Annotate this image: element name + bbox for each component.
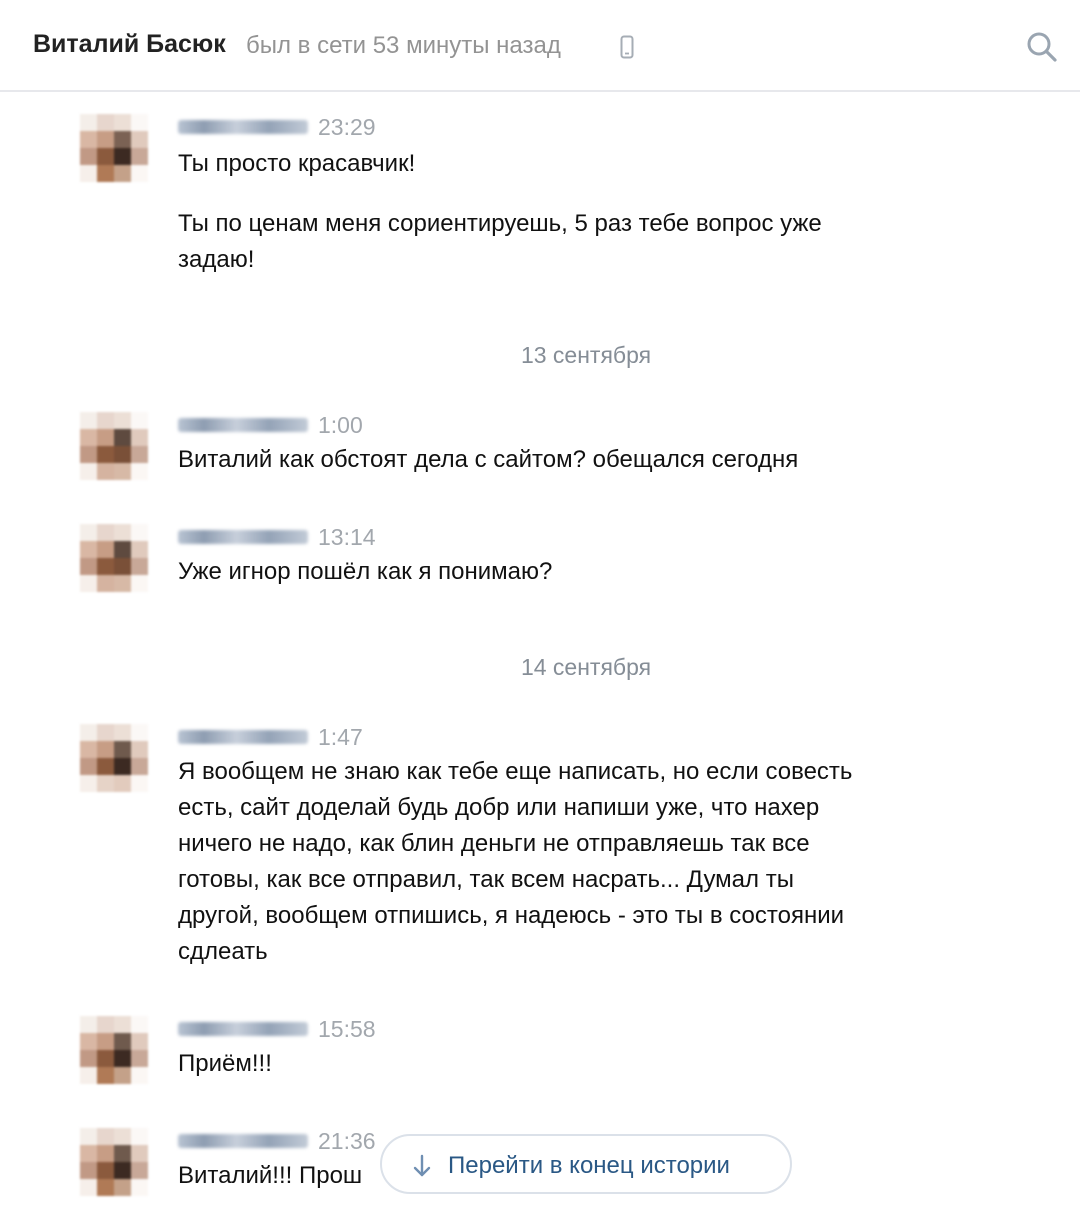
message-time: 23:29 [318,114,376,140]
message-time: 21:36 [318,1128,376,1154]
date-separator: 13 сентября [520,342,652,368]
message-text: Я вообщем не знаю как тебе еще написать,… [178,758,853,965]
message-text: Уже игнор пошёл как я понимаю? [178,558,553,585]
contact-name[interactable]: Виталий Басюк [33,30,226,59]
message-text: Виталий как обстоят дела с сайтом? обеща… [178,446,799,473]
date-separator: 14 сентября [520,654,652,680]
sender-avatar[interactable] [80,1128,148,1196]
sender-name-blurred[interactable] [178,120,308,134]
online-status: был в сети 53 минуты назад [246,32,561,59]
sender-name-blurred[interactable] [178,530,308,544]
sender-avatar[interactable] [80,524,148,592]
chat-header: Виталий Басюк был в сети 53 минуты назад [0,0,1080,92]
sender-avatar[interactable] [80,1016,148,1084]
sender-avatar[interactable] [80,412,148,480]
sender-avatar[interactable] [80,114,148,182]
message-text: Ты просто красавчик! [178,150,416,177]
message-time: 13:14 [318,524,376,550]
arrow-down-icon [413,1154,431,1177]
message-feed[interactable]: 23:29 Ты просто красавчик! Ты по ценам м… [0,92,1080,1208]
message-time: 1:00 [318,412,363,438]
message-text: Приём!!! [178,1050,272,1077]
message-text: Ты по ценам меня сориентируешь, 5 раз те… [178,210,822,273]
sender-avatar[interactable] [80,724,148,792]
message-time: 1:47 [318,724,363,750]
search-icon[interactable] [1026,31,1058,63]
jump-to-end-button[interactable]: Перейти в конец истории [380,1134,792,1194]
sender-name-blurred[interactable] [178,1022,308,1036]
mobile-phone-icon [620,35,634,59]
sender-name-blurred[interactable] [178,1134,308,1148]
sender-name-blurred[interactable] [178,418,308,432]
jump-to-end-label: Перейти в конец истории [448,1152,730,1179]
sender-name-blurred[interactable] [178,730,308,744]
message-time: 15:58 [318,1016,376,1042]
